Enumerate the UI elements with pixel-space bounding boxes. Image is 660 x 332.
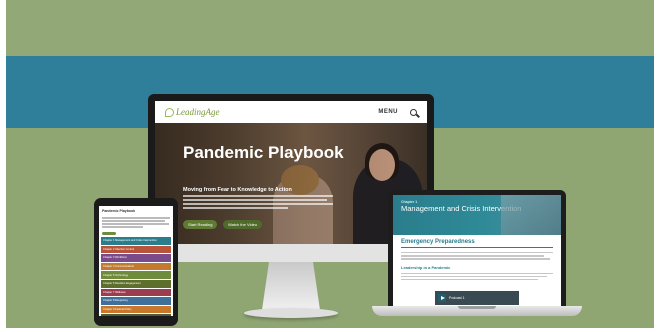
- chapter-row[interactable]: Chapter 1 Management and Crisis Interven…: [101, 237, 171, 245]
- chapter-banner: Chapter 1 Management and Crisis Interven…: [393, 195, 561, 235]
- chapter-row-label: Chapter 8 Reopening: [103, 299, 128, 303]
- chapter-row-label: Chapter 2 Infection Control: [103, 247, 134, 251]
- chapter-row[interactable]: Chapter 3 Workforce: [101, 254, 171, 262]
- chapter-row[interactable]: Chapter 2 Infection Control: [101, 245, 171, 254]
- podcast-player[interactable]: Podcast 1: [435, 291, 519, 305]
- tablet-header: Pandemic Playbook: [99, 206, 173, 216]
- search-icon[interactable]: [410, 108, 417, 116]
- tablet-cta-button[interactable]: [102, 232, 116, 235]
- hero-banner: Pandemic Playbook Moving from Fear to Kn…: [155, 123, 427, 244]
- hero-body-text: [183, 195, 333, 211]
- background-top-band: [0, 0, 660, 56]
- chapter-list: Chapter 1 Management and Crisis Interven…: [99, 237, 173, 316]
- section-heading: Emergency Preparedness: [401, 239, 475, 245]
- chapter-row-label: Chapter 9 Federal Policy: [103, 308, 132, 312]
- banner-photo: [501, 195, 561, 235]
- subheading: Leadership in a Pandemic: [401, 264, 451, 270]
- site-navbar: LeadingAge MENU: [155, 101, 427, 123]
- play-icon[interactable]: [438, 294, 446, 302]
- chapter-row[interactable]: Chapter 9 Federal Policy: [101, 305, 171, 314]
- chapter-row-label: Chapter 3 Workforce: [103, 256, 127, 260]
- chapter-row[interactable]: Chapter 6 Resident Engagement: [101, 279, 171, 288]
- chapter-row[interactable]: Chapter 5 Technology: [101, 271, 171, 279]
- hero-subtitle: Moving from Fear to Knowledge to Action: [183, 187, 292, 193]
- chapter-row[interactable]: Chapter 10 Appendix: [101, 314, 171, 316]
- monitor-stand-neck: [262, 262, 320, 310]
- chapter-row[interactable]: Chapter 8 Reopening: [101, 297, 171, 305]
- chapter-row-label: Chapter 5 Technology: [103, 273, 129, 277]
- laptop-notch: [458, 306, 496, 309]
- section-divider: [401, 247, 553, 248]
- podcast-label: Podcast 1: [449, 296, 465, 300]
- laptop-device: Chapter 1 Management and Crisis Interven…: [388, 190, 566, 306]
- frame-border-left: [0, 0, 6, 332]
- section-body-text: [393, 250, 561, 264]
- chapter-row[interactable]: Chapter 4 Communications: [101, 262, 171, 271]
- chapter-row-label: Chapter 4 Communications: [103, 265, 135, 269]
- frame-border-right: [654, 0, 660, 332]
- tablet-device: Pandemic Playbook Chapter 1 Management a…: [94, 198, 178, 326]
- frame-border-bottom: [0, 328, 660, 332]
- tablet-screen: Pandemic Playbook Chapter 1 Management a…: [99, 206, 173, 316]
- tablet-intro-text: [99, 216, 173, 230]
- chapter-row-label: Chapter 1 Management and Crisis Interven…: [103, 239, 157, 243]
- logo-text: LeadingAge: [176, 107, 220, 117]
- chapter-row-label: Chapter 7 Wellness: [103, 290, 126, 294]
- chapter-row[interactable]: Chapter 7 Wellness: [101, 288, 171, 297]
- watch-video-button[interactable]: Watch the Video: [223, 220, 263, 229]
- subsection-body-text: [393, 271, 561, 285]
- monitor-stand-base: [244, 308, 338, 318]
- logo-leaf-icon: [165, 107, 174, 117]
- monitor-screen: LeadingAge MENU Pandemic Playbook Moving…: [155, 101, 427, 244]
- leadingage-logo[interactable]: LeadingAge: [165, 107, 220, 117]
- menu-button[interactable]: MENU: [378, 109, 398, 115]
- start-reading-button[interactable]: Start Reading: [183, 220, 218, 229]
- hero-title: Pandemic Playbook: [183, 143, 344, 162]
- chapter-row-label: Chapter 6 Resident Engagement: [103, 282, 141, 286]
- laptop-screen: Chapter 1 Management and Crisis Interven…: [393, 195, 561, 306]
- tablet-heading: Pandemic Playbook: [102, 209, 136, 213]
